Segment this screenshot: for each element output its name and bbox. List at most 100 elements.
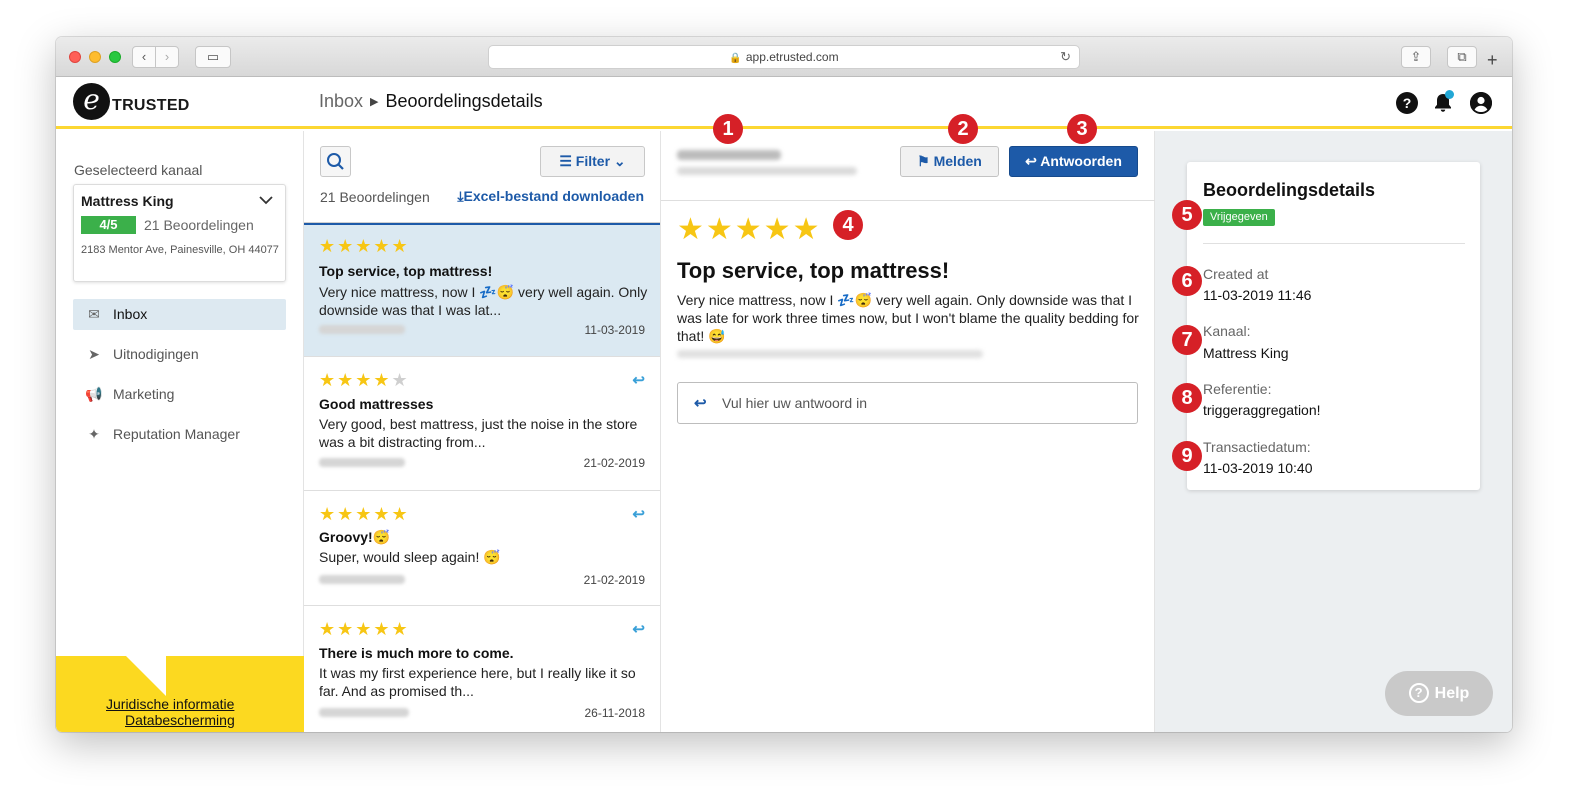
chevron-down-icon: ⌄ [613, 153, 626, 169]
browser-window: ‹ › ▭ 🔒 app.etrusted.com ↻ ⇪ ⧉ + e TRUSTE… [56, 37, 1512, 732]
created-label: Created at [1203, 266, 1269, 282]
help-button[interactable]: ? Help [1385, 671, 1493, 716]
sidebar-item-inbox[interactable]: ✉ Inbox [73, 299, 286, 330]
minimize-window-button[interactable] [89, 51, 101, 63]
reply-button[interactable]: ↩ Antwoorden [1009, 146, 1138, 177]
browser-toolbar: ‹ › ▭ 🔒 app.etrusted.com ↻ ⇪ ⧉ + [56, 37, 1512, 77]
zoom-window-button[interactable] [109, 51, 121, 63]
logo-letter: e [83, 83, 100, 116]
created-value: 11-03-2019 11:46 [1203, 287, 1312, 303]
breadcrumb-arrow-icon: ▶ [370, 96, 379, 108]
details-title: Beoordelingsdetails [1203, 180, 1376, 200]
review-list-item[interactable]: ★★★★★ Top service, top mattress! Very ni… [304, 223, 660, 357]
excel-download-link[interactable]: ⤓Excel-bestand downloaden [457, 188, 644, 205]
review-list-item[interactable]: ★★★★★ ↩ Good mattresses Very good, best … [304, 357, 660, 491]
share-icon: ⇪ [1410, 49, 1422, 64]
star-rating: ★★★★★ [319, 504, 410, 524]
sidebar-item-uitnodigingen[interactable]: ➤ Uitnodigingen [73, 339, 286, 370]
forward-button[interactable]: › [155, 46, 179, 68]
report-button-label: Melden [933, 153, 982, 169]
star-rating: ★★★★★ [319, 370, 410, 390]
etrusted-logo-icon[interactable]: e [73, 83, 110, 120]
reviewer-name-blurred [319, 575, 405, 584]
send-icon: ➤ [88, 346, 100, 362]
new-tab-button[interactable]: + [1487, 51, 1498, 69]
lock-icon: 🔒 [729, 53, 742, 64]
transactie-value: 11-03-2019 10:40 [1203, 460, 1313, 476]
annotation-marker: 9 [1172, 441, 1202, 471]
share-button[interactable]: ⇪ [1401, 46, 1431, 68]
sidebar-item-label: Inbox [113, 306, 148, 322]
app-header: e TRUSTED Inbox ▶ Beoordelingsdetails ? [56, 77, 1512, 129]
annotation-marker: 8 [1172, 383, 1202, 413]
review-meta-blurred [677, 350, 983, 358]
sidebar-toggle-button[interactable]: ▭ [195, 46, 231, 68]
filter-button[interactable]: ☰ Filter ⌄ [540, 146, 645, 177]
reload-icon[interactable]: ↻ [1060, 46, 1071, 68]
kanaal-value: Mattress King [1203, 345, 1289, 361]
referentie-label: Referentie: [1203, 381, 1272, 397]
replied-icon: ↩ [632, 621, 645, 638]
megaphone-icon: 📢 [85, 386, 103, 402]
chevron-down-icon[interactable] [259, 192, 273, 208]
review-snippet: It was my first experience here, but I r… [319, 665, 636, 699]
tabs-button[interactable]: ⧉ [1447, 46, 1477, 68]
reviewer-name-blurred [319, 458, 405, 467]
review-detail-panel: ⚑ Melden ↩ Antwoorden ★★★★★ Top service,… [661, 131, 1155, 732]
chevron-left-icon: ‹ [141, 49, 147, 64]
transactie-label: Transactiedatum: [1203, 439, 1311, 455]
report-button[interactable]: ⚑ Melden [900, 146, 999, 177]
legal-footer: Juridische informatie Databescherming [56, 656, 304, 732]
reply-button-label: Antwoorden [1040, 153, 1122, 169]
review-list-panel: ☰ Filter ⌄ 21 Beoordelingen ⤓Excel-besta… [304, 131, 661, 732]
review-date: 11-03-2019 [584, 323, 646, 337]
review-list-item[interactable]: ★★★★★ ↩ Groovy!😴 Super, would sleep agai… [304, 491, 660, 606]
reply-placeholder: Vul hier uw antwoord in [722, 395, 868, 411]
status-badge: Vrijgegeven [1203, 209, 1275, 226]
channel-name: Mattress King [81, 193, 174, 209]
reply-icon: ↩ [1025, 153, 1037, 169]
filter-icon: ☰ [559, 153, 572, 169]
help-label: Help [1434, 685, 1470, 702]
sidebar-item-label: Uitnodigingen [113, 346, 199, 362]
detail-star-rating: ★★★★★ [677, 213, 822, 246]
review-list-item[interactable]: ★★★★★ ↩ There is much more to come. It w… [304, 606, 660, 732]
replied-icon: ↩ [632, 506, 645, 523]
review-date: 21-02-2019 [583, 573, 645, 587]
notification-dot [1445, 90, 1454, 99]
selected-channel-label: Geselecteerd kanaal [74, 162, 203, 178]
referentie-value: triggeraggregation! [1203, 402, 1321, 418]
review-date: 21-02-2019 [583, 456, 645, 470]
review-title: Groovy!😴 [319, 529, 391, 545]
sidebar-item-reputation-manager[interactable]: ✦ Reputation Manager [73, 419, 286, 450]
channel-address: 2183 Mentor Ave, Painesville, OH 44077 [81, 244, 279, 256]
reply-icon: ↩ [694, 395, 707, 412]
legal-info-link[interactable]: Juridische informatie [106, 696, 234, 712]
search-icon [327, 153, 344, 170]
inbox-icon: ✉ [88, 306, 100, 322]
channel-selector[interactable]: Mattress King 4/5 21 Beoordelingen 2183 … [73, 184, 286, 282]
tabs-icon: ⧉ [1457, 49, 1467, 64]
chevron-right-icon: › [164, 49, 170, 64]
star-rating: ★★★★★ [319, 236, 410, 256]
address-bar[interactable]: 🔒 app.etrusted.com ↻ [488, 45, 1080, 69]
reviewer-name-blurred [319, 325, 405, 334]
sidebar-item-marketing[interactable]: 📢 Marketing [73, 379, 286, 410]
annotation-marker: 5 [1172, 200, 1202, 230]
help-icon[interactable]: ? [1396, 92, 1418, 114]
reply-input[interactable]: ↩ Vul hier uw antwoord in [677, 382, 1138, 424]
sidebar-icon: ▭ [206, 49, 220, 64]
search-button[interactable] [320, 146, 351, 177]
review-title: Good mattresses [319, 396, 434, 412]
logo-text: TRUSTED [112, 97, 190, 114]
reviewer-name-blurred [677, 150, 781, 160]
footer-notch [126, 656, 166, 696]
user-icon[interactable] [1470, 92, 1492, 114]
back-button[interactable]: ‹ [132, 46, 156, 68]
breadcrumb-inbox-link[interactable]: Inbox [319, 91, 363, 111]
annotation-marker: 6 [1172, 266, 1202, 296]
privacy-link[interactable]: Databescherming [125, 712, 235, 728]
review-title: Top service, top mattress! [319, 263, 493, 279]
star-rating: ★★★★★ [319, 619, 410, 639]
close-window-button[interactable] [69, 51, 81, 63]
